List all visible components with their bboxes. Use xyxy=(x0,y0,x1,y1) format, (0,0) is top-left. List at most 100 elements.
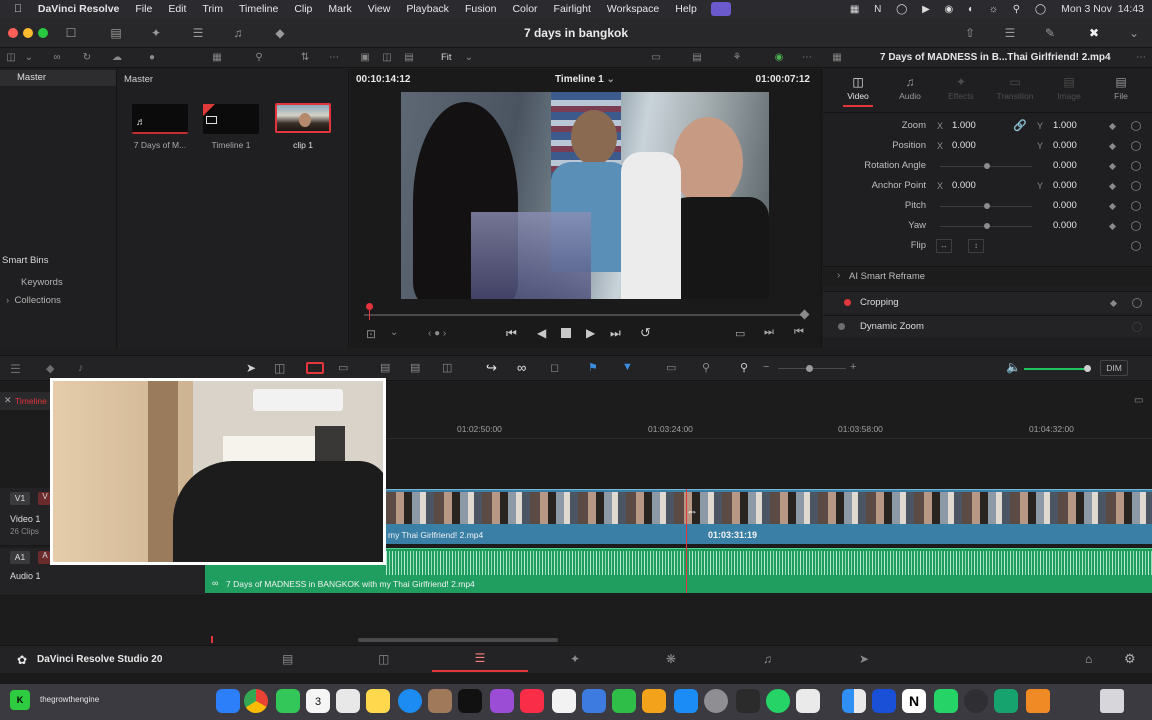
reset-icon[interactable] xyxy=(1131,121,1141,131)
notes-yellow-icon[interactable] xyxy=(366,689,390,713)
timeline-options-icon[interactable]: ▭ xyxy=(1134,395,1143,406)
viewer-timeline-select[interactable]: Timeline 1 ⌄ xyxy=(555,74,615,85)
jump-to-start-icon[interactable]: ⏮ xyxy=(506,326,517,341)
marker-icon[interactable]: ▼ xyxy=(622,361,633,373)
link-icon[interactable]: 🔗 xyxy=(1013,119,1027,132)
davinci-resolve-icon[interactable] xyxy=(964,689,988,713)
screen-record-icon[interactable] xyxy=(710,2,731,16)
grid-view-icon[interactable]: ▦ xyxy=(210,51,224,65)
overlay-icon[interactable]: ▤ xyxy=(690,51,704,65)
page-fairlight-icon[interactable]: ♫ xyxy=(763,652,772,666)
pitch-slider-knob[interactable] xyxy=(984,203,990,209)
calendar-icon[interactable]: 3 xyxy=(306,689,330,713)
cinema-viewer-icon[interactable]: ▤ xyxy=(402,51,416,65)
reset-icon[interactable] xyxy=(1131,141,1141,151)
menu-mark[interactable]: Mark xyxy=(320,3,359,15)
viewer-scrubber[interactable] xyxy=(364,314,805,316)
menu-playback[interactable]: Playback xyxy=(398,3,457,15)
safe-area-icon[interactable]: ▭ xyxy=(649,51,663,65)
tab-video[interactable]: ◫ Video xyxy=(843,75,873,107)
clock[interactable]: Mon 3 Nov 14:43 xyxy=(1061,3,1144,15)
mic-icon[interactable]: ♪ xyxy=(78,362,84,374)
position-y-value[interactable]: 0.000 xyxy=(1053,140,1077,151)
mixer-icon[interactable]: ☰ xyxy=(1002,25,1018,41)
keyframe-icon[interactable] xyxy=(1108,162,1117,171)
reset-icon[interactable] xyxy=(1132,298,1142,308)
insert-clip-icon[interactable]: ▤ xyxy=(380,361,390,374)
position-x-value[interactable]: 0.000 xyxy=(952,140,976,151)
reset-icon[interactable] xyxy=(1131,241,1141,251)
timeline-tab[interactable]: ✕ Timeline xyxy=(0,392,56,410)
vlc-icon[interactable] xyxy=(1026,689,1050,713)
zoom-in-icon[interactable]: + xyxy=(850,361,856,373)
numbers-icon[interactable] xyxy=(612,689,636,713)
facetime-icon[interactable] xyxy=(276,689,300,713)
timeline-playhead[interactable] xyxy=(686,489,687,593)
volume-slider-track[interactable] xyxy=(1024,368,1086,370)
keyframe-icon[interactable] xyxy=(1108,202,1117,211)
clip-thumbnail-audio[interactable]: ♬ xyxy=(132,104,188,134)
section-smart-reframe[interactable]: › AI Smart Reframe xyxy=(823,266,1152,286)
snapping-icon[interactable]: ↪ xyxy=(486,360,497,376)
tv-icon[interactable] xyxy=(458,689,482,713)
menu-view[interactable]: View xyxy=(360,3,399,15)
link-icon[interactable]: ∞ xyxy=(517,360,526,375)
timeline-thumbnail[interactable] xyxy=(203,104,259,134)
chevron-down-icon[interactable]: ⌄ xyxy=(390,327,398,338)
next-edit-icon[interactable]: ⏭ xyxy=(764,326,774,339)
keynote-icon[interactable] xyxy=(582,689,606,713)
lock-icon[interactable]: ◻ xyxy=(550,361,559,374)
page-edit-icon[interactable]: ☰ xyxy=(432,646,528,672)
more-options-icon[interactable]: ⋯ xyxy=(327,51,341,65)
play-reverse-icon[interactable]: ◀ xyxy=(537,326,546,340)
page-color-icon[interactable]: ❋ xyxy=(666,652,676,666)
clip-icon[interactable]: ▦ xyxy=(830,51,844,65)
loop-icon[interactable]: ↺ xyxy=(640,325,651,341)
zoom-y-value[interactable]: 1.000 xyxy=(1053,120,1077,131)
expand-icon[interactable]: ⌄ xyxy=(1126,25,1142,41)
refresh-icon[interactable]: ↻ xyxy=(80,51,94,65)
timeline-ruler[interactable]: 01:02:50:00 01:03:24:00 01:03:58:00 01:0… xyxy=(386,411,1152,439)
safari-icon[interactable] xyxy=(398,689,422,713)
close-icon[interactable]: ✕ xyxy=(4,395,12,406)
keyframe-icon[interactable] xyxy=(1108,182,1117,191)
yaw-value[interactable]: 0.000 xyxy=(1053,220,1077,231)
volume-icon[interactable]: 🔈 xyxy=(1006,360,1021,374)
reset-icon[interactable] xyxy=(1132,322,1142,332)
zoom-fit-icon[interactable]: ▭ xyxy=(666,361,676,374)
media-pool-toggle-icon[interactable]: ☐ xyxy=(63,25,79,41)
zoom-out-icon[interactable]: − xyxy=(763,361,769,373)
sidebar-toggle-icon[interactable]: ◫ xyxy=(4,51,18,65)
home-icon[interactable]: ⌂ xyxy=(1085,652,1092,666)
keyframe-icon[interactable] xyxy=(1108,122,1117,131)
more-options-icon[interactable]: ⋯ xyxy=(1134,51,1148,65)
zoom-detail-icon[interactable]: ⚲ xyxy=(702,361,710,374)
finder-icon[interactable] xyxy=(842,689,866,713)
tab-file[interactable]: ▤ File xyxy=(1107,75,1135,101)
flip-vertical-button[interactable]: ↕ xyxy=(968,239,984,253)
keyframe-icon[interactable] xyxy=(1108,142,1117,151)
match-frame-icon[interactable]: ⊡ xyxy=(366,327,376,341)
settings-icon[interactable]: ⚙ xyxy=(1124,651,1136,667)
chevron-down-icon[interactable]: ⌄ xyxy=(462,51,476,65)
menu-fusion[interactable]: Fusion xyxy=(457,3,505,15)
jump-to-end-icon[interactable]: ⏭ xyxy=(610,326,621,341)
reset-icon[interactable] xyxy=(1131,221,1141,231)
rotation-slider-knob[interactable] xyxy=(984,163,990,169)
section-cropping[interactable]: Cropping xyxy=(823,291,1152,313)
dynamic-trim-icon[interactable]: ▭ xyxy=(338,361,348,374)
jog-icon[interactable]: ‹ ● › xyxy=(428,328,446,339)
color-icon[interactable]: ◉ xyxy=(772,51,786,65)
pages-icon[interactable] xyxy=(642,689,666,713)
page-fusion-icon[interactable]: ✦ xyxy=(570,652,580,666)
notion-icon[interactable]: N xyxy=(902,689,926,713)
stop-icon[interactable] xyxy=(561,328,571,338)
thumbnail-size-slider[interactable]: ● xyxy=(145,51,159,65)
minimize-window-button[interactable] xyxy=(23,28,33,38)
podcasts-icon[interactable] xyxy=(490,689,514,713)
zoom-x-value[interactable]: 1.000 xyxy=(952,120,976,131)
music-icon[interactable] xyxy=(520,689,544,713)
smart-bin-keywords[interactable]: Keywords xyxy=(21,277,63,288)
menu-edit[interactable]: Edit xyxy=(160,3,194,15)
chatgpt-icon[interactable] xyxy=(736,689,760,713)
